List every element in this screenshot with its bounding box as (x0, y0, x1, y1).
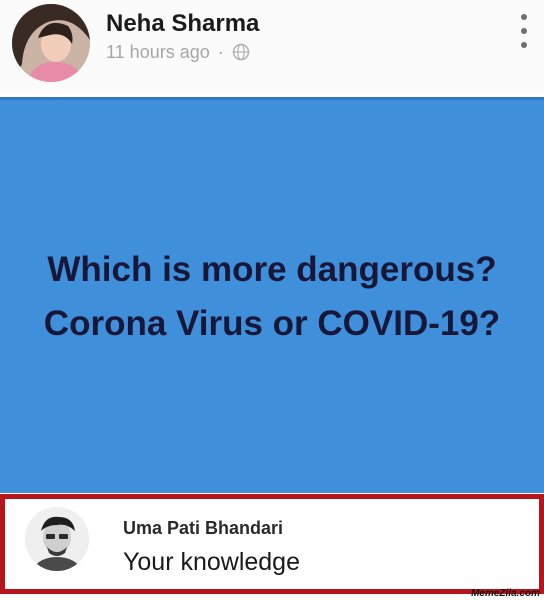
more-vert-icon[interactable] (516, 14, 532, 48)
post-meta: 11 hours ago · (106, 42, 250, 63)
post-header: Neha Sharma 11 hours ago · (0, 0, 544, 94)
more-dot (521, 14, 527, 20)
meta-separator: · (217, 42, 224, 62)
globe-icon (232, 43, 250, 61)
comment-text: Your knowledge (123, 548, 300, 576)
post-content-card[interactable]: Which is more dangerous? Corona Virus or… (0, 97, 544, 493)
more-dot (521, 42, 527, 48)
comment-highlight-box: Uma Pati Bhandari Your knowledge (0, 494, 544, 594)
post-time[interactable]: 11 hours ago (106, 42, 210, 62)
more-dot (521, 28, 527, 34)
author-name[interactable]: Neha Sharma (106, 10, 259, 38)
post-text-line: Corona Virus or COVID-19? (43, 303, 501, 343)
commenter-avatar[interactable] (25, 507, 89, 571)
post-text-line: Which is more dangerous? (47, 249, 497, 289)
commenter-name[interactable]: Uma Pati Bhandari (123, 518, 283, 539)
watermark: MemeZila.com (471, 588, 540, 599)
author-avatar[interactable] (12, 4, 90, 82)
